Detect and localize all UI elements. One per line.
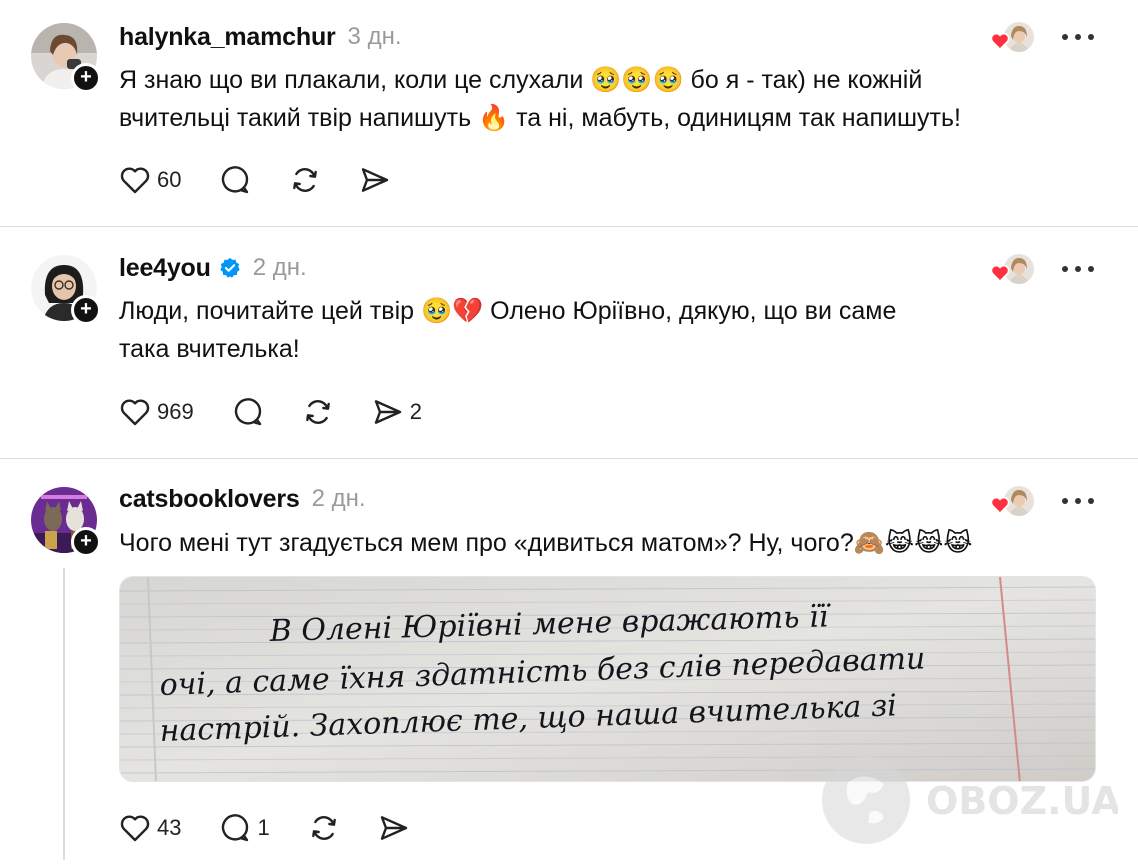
- share-button[interactable]: 2: [372, 396, 422, 428]
- username[interactable]: halynka_mamchur: [119, 23, 336, 52]
- repost-icon: [311, 816, 336, 840]
- repost-icon: [305, 400, 330, 424]
- liked-by-author: [990, 22, 1034, 54]
- like-count: 969: [157, 399, 194, 424]
- follow-plus-icon[interactable]: +: [71, 527, 101, 557]
- share-button[interactable]: [378, 812, 410, 844]
- post-text-line: така вчителька!: [119, 335, 300, 363]
- more-icon[interactable]: [1061, 31, 1095, 43]
- heart-icon: [120, 815, 150, 842]
- watermark: OBOZ.UA: [818, 752, 1121, 848]
- more-icon[interactable]: [1061, 263, 1095, 275]
- follow-plus-icon[interactable]: +: [71, 63, 101, 93]
- reply-count: 1: [257, 815, 270, 840]
- username[interactable]: catsbooklovers: [119, 485, 300, 514]
- post-header: lee4you 2 дн.: [119, 253, 307, 283]
- share-button[interactable]: [359, 164, 391, 196]
- post-text-line: вчительці такий твір напишуть 🔥 та ні, м…: [119, 104, 961, 132]
- like-button[interactable]: 43: [119, 813, 181, 843]
- heart-icon: [990, 32, 1010, 50]
- post-header: catsbooklovers 2 дн.: [119, 484, 366, 514]
- watermark-text: OBOZ.UA: [926, 779, 1118, 823]
- avatar-lee4you[interactable]: +: [31, 255, 101, 325]
- like-count: 60: [157, 167, 182, 192]
- repost-button[interactable]: [308, 812, 340, 844]
- divider: [0, 458, 1138, 459]
- like-button[interactable]: 969: [119, 397, 194, 427]
- thread-line: [63, 568, 65, 860]
- divider: [0, 226, 1138, 227]
- reply-button[interactable]: [219, 164, 251, 196]
- post-text: Люди, почитайте цей твір 🥹💔 Олено Юріївн…: [119, 292, 1079, 368]
- like-button[interactable]: 60: [119, 165, 181, 195]
- post-text: Чого мені тут згадується мем про «дивить…: [119, 524, 1079, 562]
- liked-by-author: [990, 486, 1034, 518]
- share-icon: [380, 816, 407, 840]
- post-text-line: Люди, почитайте цей твір 🥹💔 Олено Юріївн…: [119, 297, 897, 325]
- repost-icon: [293, 168, 318, 192]
- repost-button[interactable]: [302, 396, 334, 428]
- username[interactable]: lee4you: [119, 254, 211, 283]
- post-text: Я знаю що ви плакали, коли це слухали 🥹🥹…: [119, 61, 1079, 137]
- follow-plus-icon[interactable]: +: [71, 295, 101, 325]
- avatar-halynka[interactable]: +: [31, 23, 101, 93]
- post-text-line: Чого мені тут згадується мем про «дивить…: [119, 529, 973, 557]
- verified-icon: [219, 257, 240, 278]
- reply-button[interactable]: [232, 396, 264, 428]
- comment-icon: [234, 398, 261, 426]
- reply-button[interactable]: 1: [219, 812, 270, 844]
- post-actions: 969 2: [119, 394, 460, 430]
- timestamp[interactable]: 2 дн.: [312, 485, 366, 513]
- post-text-line: Я знаю що ви плакали, коли це слухали 🥹🥹…: [119, 66, 923, 94]
- timestamp[interactable]: 3 дн.: [348, 23, 402, 51]
- like-count: 43: [157, 815, 182, 840]
- post-actions: 60: [119, 162, 429, 198]
- more-icon[interactable]: [1061, 495, 1095, 507]
- avatar-catsbooklovers[interactable]: +: [31, 487, 101, 557]
- post-actions: 43 1: [119, 810, 448, 846]
- heart-icon: [120, 399, 150, 426]
- share-icon: [362, 168, 389, 192]
- timestamp[interactable]: 2 дн.: [253, 254, 307, 282]
- liked-by-author: [990, 254, 1034, 286]
- heart-icon: [990, 264, 1010, 282]
- comment-icon: [222, 166, 249, 194]
- repost-button[interactable]: [289, 164, 321, 196]
- share-count: 2: [409, 399, 422, 424]
- share-icon: [374, 400, 401, 424]
- heart-icon: [990, 496, 1010, 514]
- post-header: halynka_mamchur 3 дн.: [119, 22, 402, 52]
- comment-icon: [222, 814, 249, 842]
- heart-icon: [120, 167, 150, 194]
